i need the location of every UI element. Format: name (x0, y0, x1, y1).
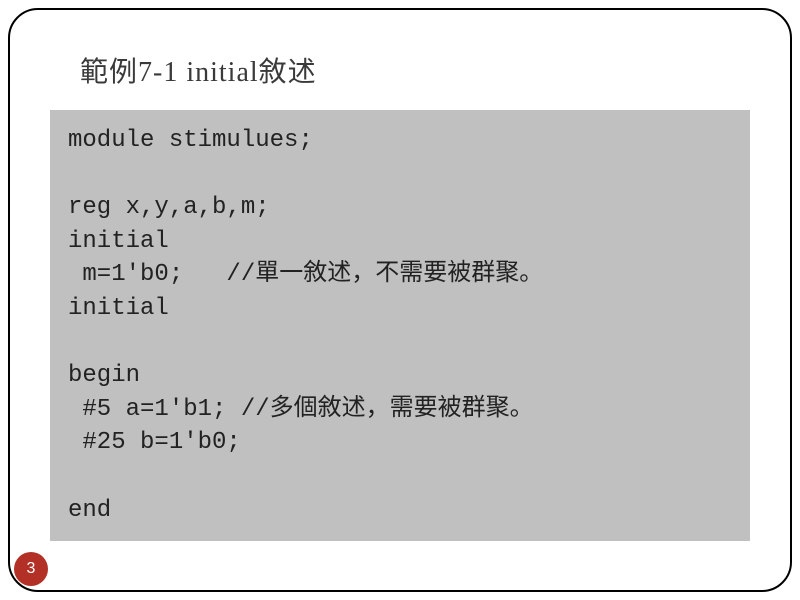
page-number-badge: 3 (14, 552, 48, 586)
slide-frame: 範例7-1 initial敘述 module stimulues; reg x,… (8, 8, 792, 592)
slide-title: 範例7-1 initial敘述 (50, 50, 750, 90)
code-block: module stimulues; reg x,y,a,b,m; initial… (50, 110, 750, 541)
page-number: 3 (27, 560, 36, 578)
